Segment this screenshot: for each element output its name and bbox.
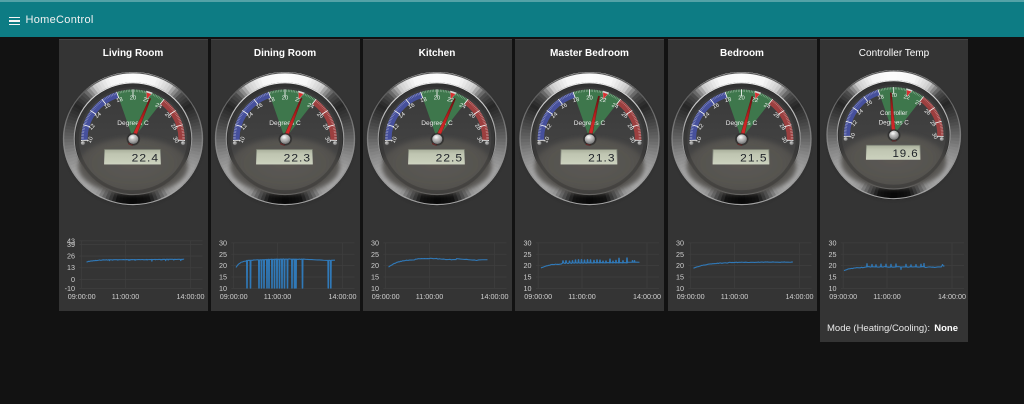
svg-text:09:00:00: 09:00:00 [677, 292, 705, 301]
svg-text:20: 20 [738, 96, 745, 102]
svg-text:20: 20 [130, 96, 137, 102]
svg-text:11:00:00: 11:00:00 [264, 292, 291, 301]
svg-text:20: 20 [524, 261, 532, 270]
svg-text:25: 25 [219, 250, 227, 259]
svg-text:Degrees C: Degrees C [269, 120, 301, 127]
svg-text:15: 15 [524, 273, 532, 282]
svg-text:14:00:00: 14:00:00 [786, 292, 814, 301]
svg-text:20: 20 [676, 261, 684, 270]
svg-text:09:00:00: 09:00:00 [220, 292, 248, 301]
svg-text:Degrees C: Degrees C [117, 120, 149, 127]
svg-text:20: 20 [219, 261, 227, 270]
svg-text:22.4: 22.4 [132, 152, 159, 165]
svg-text:30: 30 [371, 238, 379, 247]
svg-text:25: 25 [524, 250, 532, 259]
svg-text:22.3: 22.3 [284, 152, 311, 165]
svg-text:14:00:00: 14:00:00 [177, 292, 205, 301]
svg-text:09:00:00: 09:00:00 [829, 292, 857, 301]
svg-text:30: 30 [829, 238, 837, 247]
svg-text:30: 30 [676, 238, 684, 247]
svg-text:14:00:00: 14:00:00 [633, 292, 661, 301]
svg-text:15: 15 [219, 273, 227, 282]
svg-text:20: 20 [586, 96, 593, 102]
svg-text:0: 0 [71, 275, 75, 284]
svg-text:15: 15 [829, 273, 837, 282]
svg-text:25: 25 [371, 250, 379, 259]
svg-text:30: 30 [219, 238, 227, 247]
svg-text:14:00:00: 14:00:00 [329, 292, 357, 301]
svg-text:20: 20 [434, 96, 441, 102]
svg-text:20: 20 [282, 96, 289, 102]
svg-text:11:00:00: 11:00:00 [873, 292, 900, 301]
svg-text:26: 26 [67, 252, 75, 261]
svg-text:21.3: 21.3 [588, 152, 615, 165]
svg-text:25: 25 [676, 250, 684, 259]
svg-text:19.6: 19.6 [892, 148, 918, 160]
svg-text:21.5: 21.5 [740, 152, 767, 165]
svg-text:20: 20 [371, 261, 379, 270]
svg-text:20: 20 [829, 261, 837, 270]
svg-text:30: 30 [524, 238, 532, 247]
svg-text:14:00:00: 14:00:00 [938, 292, 966, 301]
svg-text:13: 13 [67, 263, 75, 272]
svg-text:22.5: 22.5 [436, 152, 463, 165]
svg-text:39: 39 [67, 240, 75, 249]
svg-text:15: 15 [676, 273, 684, 282]
svg-text:09:00:00: 09:00:00 [524, 292, 552, 301]
svg-text:09:00:00: 09:00:00 [372, 292, 400, 301]
svg-text:11:00:00: 11:00:00 [721, 292, 748, 301]
svg-text:09:00:00: 09:00:00 [68, 292, 96, 301]
svg-text:15: 15 [371, 273, 379, 282]
svg-text:Degrees C: Degrees C [574, 120, 606, 127]
svg-text:14:00:00: 14:00:00 [481, 292, 509, 301]
svg-text:11:00:00: 11:00:00 [416, 292, 443, 301]
svg-text:Degrees C: Degrees C [421, 120, 453, 127]
svg-text:Degrees C: Degrees C [726, 120, 758, 127]
svg-text:11:00:00: 11:00:00 [568, 292, 595, 301]
svg-text:25: 25 [829, 250, 837, 259]
svg-text:11:00:00: 11:00:00 [112, 292, 139, 301]
